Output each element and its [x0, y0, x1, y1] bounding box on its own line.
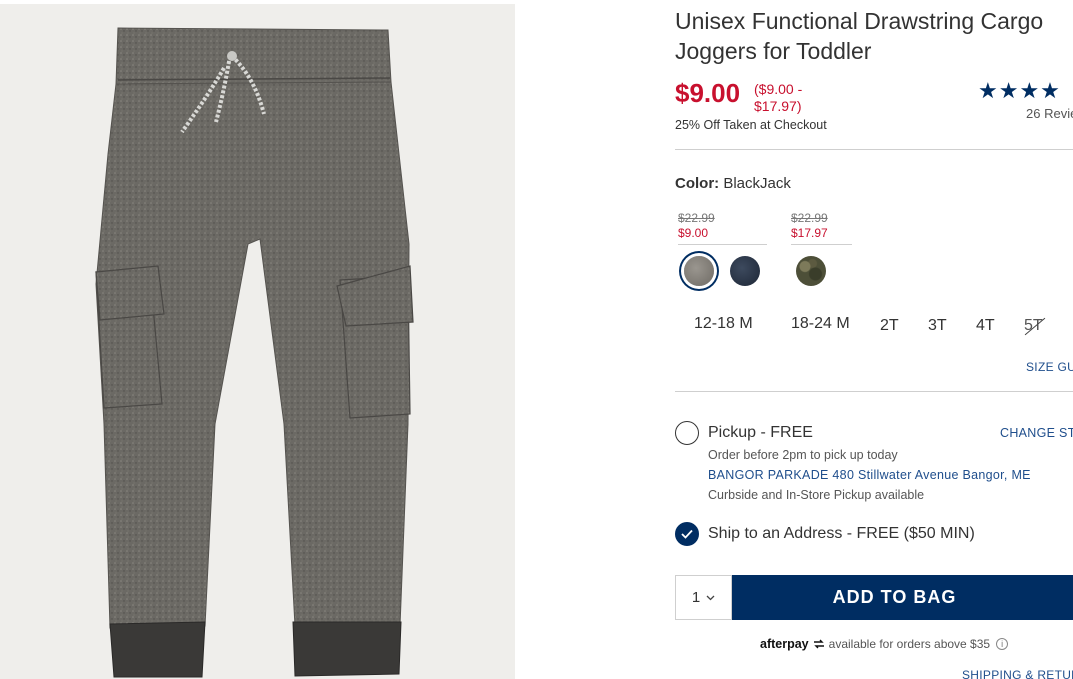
quantity-select[interactable]: 1 [675, 575, 732, 620]
group-sale-price: $9.00 [678, 226, 709, 240]
joggers-illustration [95, 27, 414, 678]
pickup-option-label[interactable]: Pickup - FREE [708, 424, 813, 442]
chevron-down-icon [706, 595, 715, 600]
review-count-link[interactable]: 26 Revie [1026, 106, 1073, 121]
size-guide-link[interactable]: SIZE GU [1026, 360, 1073, 374]
divider [675, 149, 1073, 150]
pickup-note: Order before 2pm to pick up today [708, 448, 898, 462]
size-option-18-24m[interactable]: 18-24 M [791, 315, 850, 333]
product-image [0, 4, 515, 679]
product-info-panel: Unisex Functional Drawstring Cargo Jogge… [675, 0, 1073, 679]
divider [675, 391, 1073, 392]
curbside-note: Curbside and In-Store Pickup available [708, 488, 925, 502]
price-group: $22.99 $17.97 [791, 211, 852, 245]
sale-price: $9.00 [675, 78, 741, 108]
afterpay-message: afterpay available for orders above $35 … [760, 637, 1009, 651]
price-group-rule [678, 244, 767, 245]
afterpay-text: available for orders above $35 [828, 637, 991, 651]
color-label: Color: [675, 175, 720, 192]
size-option-12-18m[interactable]: 12-18 M [694, 315, 753, 333]
ship-radio[interactable] [675, 522, 699, 546]
original-price: $22.99 [678, 211, 715, 225]
change-store-link[interactable]: CHANGE STO [1000, 426, 1073, 440]
original-price: $22.99 [791, 211, 828, 225]
pickup-radio[interactable] [675, 421, 699, 445]
color-value: BlackJack [723, 175, 791, 192]
afterpay-logo: afterpay [760, 637, 809, 651]
size-option-4t[interactable]: 4T [976, 317, 995, 335]
add-to-bag-button[interactable]: ADD TO BAG [732, 575, 1073, 620]
color-selection-label: Color: BlackJack [675, 175, 791, 192]
rating-stars-icon[interactable]: ★★★★ [978, 78, 1061, 104]
price-group: $22.99 $9.00 [678, 211, 767, 245]
afterpay-arrows-icon [813, 639, 824, 649]
price-group-rule [791, 244, 852, 245]
quantity-value: 1 [691, 589, 701, 606]
promo-text: 25% Off Taken at Checkout [675, 118, 827, 132]
store-location-link[interactable]: BANGOR PARKADE 480 Stillwater Avenue Ban… [708, 468, 1031, 482]
size-option-3t[interactable]: 3T [928, 317, 947, 335]
swatch-navy[interactable] [730, 256, 760, 286]
size-option-5t-unavailable[interactable]: 5T [1024, 317, 1046, 336]
price-range: ($9.00 - $17.97) [754, 81, 803, 114]
ship-option-label[interactable]: Ship to an Address - FREE ($50 MIN) [708, 525, 975, 543]
shipping-returns-link[interactable]: SHIPPING & RETUR [962, 668, 1073, 679]
info-icon[interactable]: i [996, 638, 1009, 650]
swatch-heather-gray[interactable] [684, 256, 714, 286]
size-option-2t[interactable]: 2T [880, 317, 899, 335]
checkmark-icon [681, 529, 693, 539]
product-title: Unisex Functional Drawstring Cargo Jogge… [675, 8, 1044, 64]
swatch-camo[interactable] [796, 256, 826, 286]
group-sale-price: $17.97 [791, 226, 828, 240]
